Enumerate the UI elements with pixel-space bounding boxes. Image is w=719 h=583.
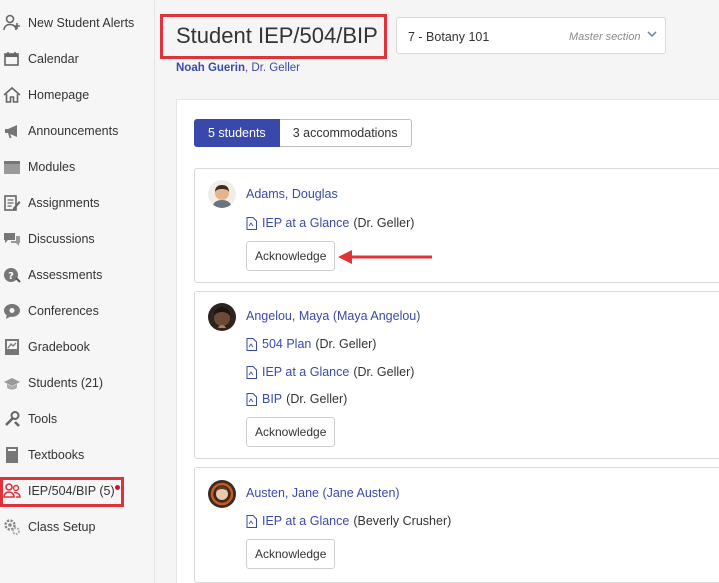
section-select[interactable]: 7 - Botany 101 Master section [396,17,666,54]
sidebar-item-calendar[interactable]: Calendar [0,44,155,74]
student-name[interactable]: Austen, Jane (Jane Austen) [246,486,400,500]
discussions-icon [4,233,20,246]
document-entry: BIP (Dr. Geller) [246,392,347,406]
conferences-icon [4,304,20,319]
sidebar-item-assessments[interactable]: ? Assessments [0,260,155,290]
assessments-icon: ? [4,268,21,283]
document-link[interactable]: IEP at a Glance [262,216,349,230]
document-author: (Dr. Geller) [286,392,348,406]
document-link[interactable]: 504 Plan [262,337,311,351]
sidebar-item-label: New Student Alerts [28,16,135,30]
sidebar-item-label: Modules [28,160,76,174]
secondary-teacher[interactable]: Dr. Geller [251,62,300,74]
student-card: Adams, Douglas IEP at a Glance (Dr. Gell… [194,168,719,283]
document-link[interactable]: BIP [262,392,282,406]
sidebar-item-label: Gradebook [28,340,90,354]
sidebar-item-label: Discussions [28,232,95,246]
annotation-arrow [338,250,432,264]
sidebar-item-label: Calendar [28,52,79,66]
document-author: (Dr. Geller) [353,216,415,230]
gradebook-icon [5,339,19,355]
document-author: (Dr. Geller) [315,337,377,351]
students-icon [4,378,20,390]
document-author: (Beverly Crusher) [353,514,452,528]
sidebar-item-label: Students (21) [28,376,104,390]
sidebar-item-label: Homepage [28,88,90,102]
document-author: (Dr. Geller) [353,365,415,379]
avatar [208,303,236,331]
sidebar-item-students[interactable]: Students (21) [0,368,155,398]
sidebar-item-label: Assessments [28,268,103,282]
section-select-value: 7 - Botany 101 [408,30,490,44]
avatar [208,480,236,508]
sidebar-item-label: Announcements [28,124,119,138]
textbooks-icon [6,447,18,463]
svg-text:?: ? [8,271,14,282]
new-student-alerts-icon [3,14,20,31]
acknowledge-button[interactable]: Acknowledge [246,539,336,569]
student-name[interactable]: Angelou, Maya (Maya Angelou) [246,309,420,323]
document-entry: IEP at a Glance (Dr. Geller) [246,216,414,230]
class-setup-icon [4,519,20,535]
document-icon [246,365,257,379]
assignments-icon [4,195,21,211]
sidebar-item-label: Tools [28,412,58,426]
active-item-highlight [0,477,124,507]
calendar-icon [4,52,19,66]
megaphone-icon [5,125,17,138]
sidebar-item-label: Assignments [28,196,100,210]
sidebar-item-homepage[interactable]: Homepage [0,80,155,110]
modules-icon [4,161,20,174]
student-card: Austen, Jane (Jane Austen) IEP at a Glan… [194,467,719,583]
page-title: Student IEP/504/BIP [176,23,378,48]
acknowledge-button[interactable]: Acknowledge [246,241,336,271]
tools-icon [5,411,20,427]
sidebar-item-gradebook[interactable]: Gradebook [0,332,155,362]
sidebar-item-discussions[interactable]: Discussions [0,224,155,254]
view-toggle: 5 students 3 accommodations [194,119,412,147]
sidebar-item-conferences[interactable]: Conferences [0,296,155,326]
section-select-hint: Master section [569,31,641,43]
alert-dot [115,485,120,490]
acknowledge-button[interactable]: Acknowledge [246,417,336,447]
teacher-line: Noah Guerin, Dr. Geller [176,62,300,74]
document-icon [246,392,257,406]
students-toggle-button[interactable]: 5 students [194,119,280,147]
document-entry: IEP at a Glance (Beverly Crusher) [246,514,451,528]
sidebar-item-class-setup[interactable]: Class Setup [0,512,155,542]
avatar [208,180,236,208]
sidebar-item-new-student-alerts[interactable]: New Student Alerts [0,8,155,38]
student-name[interactable]: Adams, Douglas [246,187,338,201]
document-entry: IEP at a Glance (Dr. Geller) [246,365,414,379]
document-link[interactable]: IEP at a Glance [262,514,349,528]
home-icon [3,86,21,103]
sidebar-item-announcements[interactable]: Announcements [0,116,155,146]
accommodations-toggle-button[interactable]: 3 accommodations [279,119,412,147]
chevron-down-icon [647,31,657,38]
sidebar-item-label: Conferences [28,304,99,318]
sidebar-item-modules[interactable]: Modules [0,152,155,182]
sidebar-item-assignments[interactable]: Assignments [0,188,155,218]
teacher-separator: , [245,62,249,74]
sidebar-item-textbooks[interactable]: Textbooks [0,440,155,470]
document-icon [246,337,257,351]
document-icon [246,514,257,528]
sidebar-item-tools[interactable]: Tools [0,404,155,434]
sidebar-item-label: Class Setup [28,520,96,534]
sidebar-item-label: Textbooks [28,448,85,462]
primary-teacher[interactable]: Noah Guerin [176,62,245,74]
document-link[interactable]: IEP at a Glance [262,365,349,379]
document-entry: 504 Plan (Dr. Geller) [246,337,376,351]
student-card: Angelou, Maya (Maya Angelou) 504 Plan (D… [194,291,719,459]
document-icon [246,216,257,230]
